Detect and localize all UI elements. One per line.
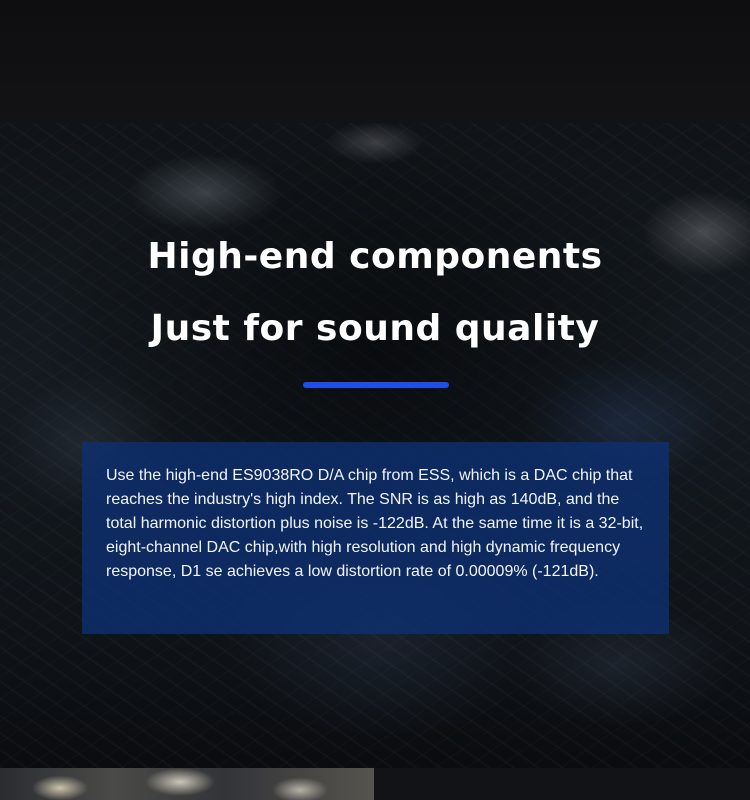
description-panel: Use the high-end ES9038RO D/A chip from …: [82, 442, 669, 634]
hero-heading: High-end components Just for sound quali…: [0, 232, 750, 354]
next-section-photo: [0, 768, 374, 800]
top-dark-band: [0, 0, 750, 123]
heading-line-1: High-end components: [147, 236, 603, 277]
description-text: Use the high-end ES9038RO D/A chip from …: [106, 467, 644, 580]
heading-line-2: Just for sound quality: [150, 308, 600, 349]
accent-divider: [303, 382, 449, 388]
product-page: High-end components Just for sound quali…: [0, 0, 750, 800]
next-section-dark-panel: [374, 768, 750, 800]
